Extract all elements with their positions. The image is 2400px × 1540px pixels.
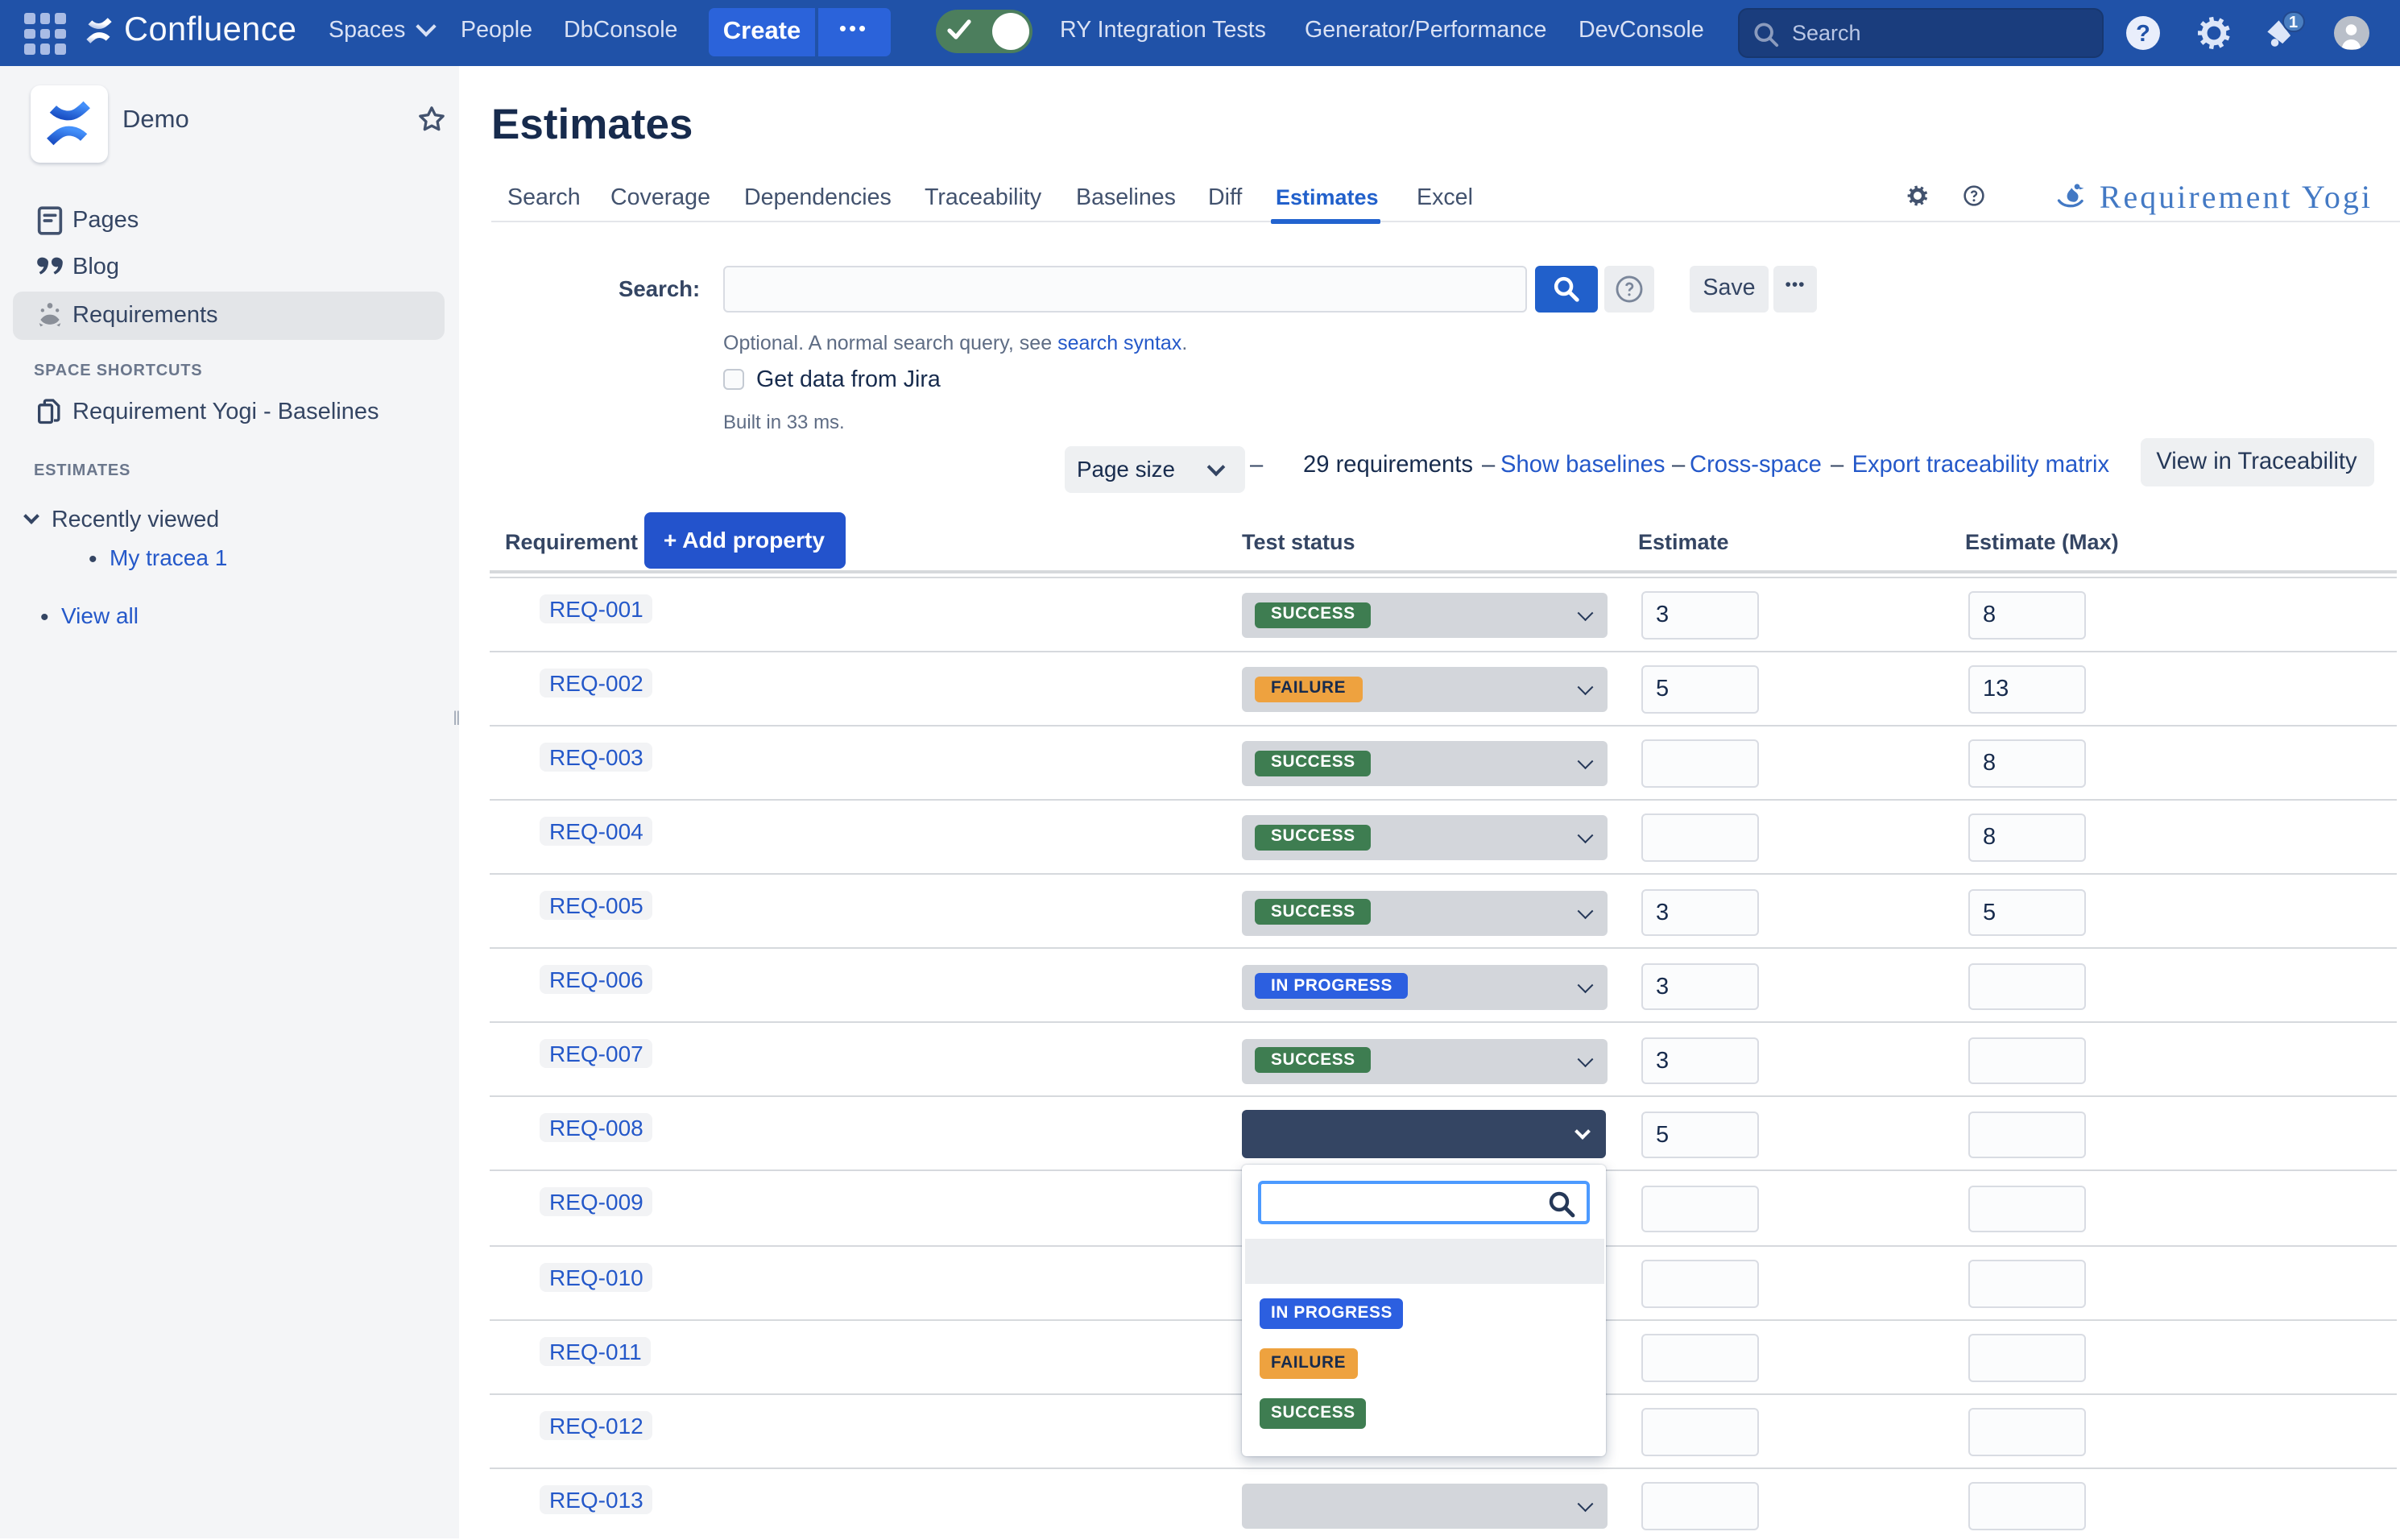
svg-text:?: ? bbox=[2135, 20, 2150, 46]
